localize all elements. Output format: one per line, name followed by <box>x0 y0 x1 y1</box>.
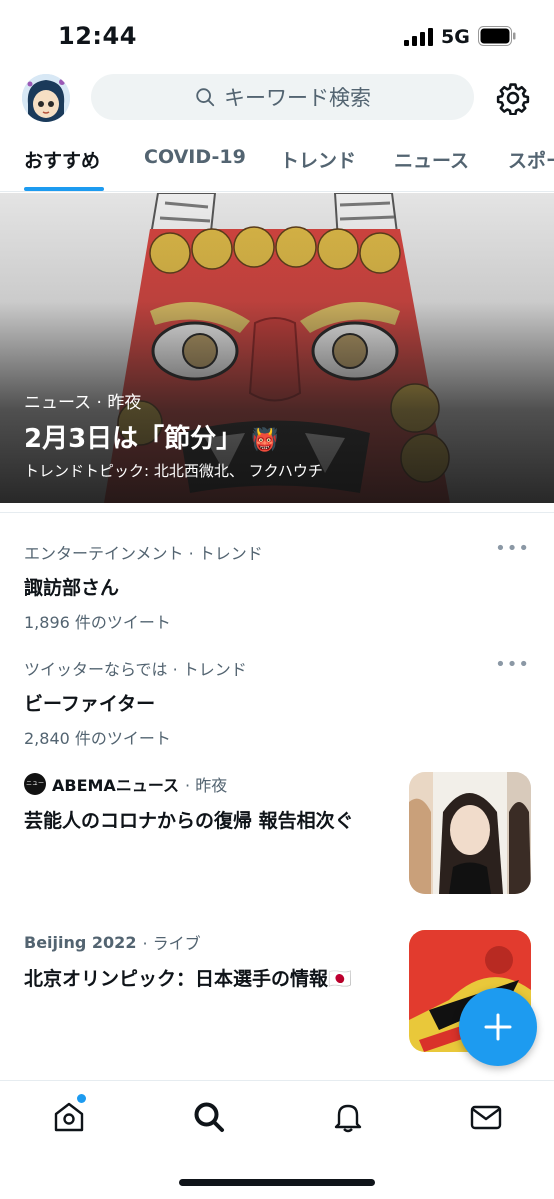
tab-sports[interactable]: スポー <box>508 146 554 173</box>
news-title: 芸能人のコロナからの復帰 報告相次ぐ <box>24 810 354 832</box>
network-label: 5G <box>441 26 470 48</box>
trend-meta: ツイッターならでは · トレンド <box>24 660 247 679</box>
home-indicator <box>179 1179 375 1186</box>
trend-count: 1,896 件のツイート <box>24 613 171 632</box>
news-time: · 昨夜 <box>185 776 228 795</box>
hero-title-text: 2月3日は「節分」 <box>24 424 243 454</box>
trend-title: ビーファイター <box>24 693 156 715</box>
explore-search-icon[interactable] <box>191 1099 227 1135</box>
plus-icon <box>484 1013 512 1041</box>
trend-meta: エンターテインメント · トレンド <box>24 544 263 563</box>
signal-icon <box>404 28 433 46</box>
news-item[interactable]: Beijing 2022 · ライブ 北京オリンピック：日本選手の情報🇯🇵 <box>24 930 404 991</box>
hero-subtitle: トレンドトピック: 北北西微北、 フクハウチ <box>24 462 323 480</box>
more-options-icon[interactable]: ••• <box>495 654 530 675</box>
hero-meta: ニュース · 昨夜 <box>24 393 142 413</box>
search-icon <box>196 88 215 107</box>
divider <box>0 512 554 513</box>
active-tab-indicator <box>24 187 104 191</box>
search-input[interactable]: キーワード検索 <box>91 74 474 120</box>
tab-covid19[interactable]: COVID-19 <box>144 146 246 168</box>
status-time: 12:44 <box>58 22 137 50</box>
news-thumbnail[interactable] <box>409 772 531 894</box>
home-icon[interactable] <box>51 1099 87 1135</box>
news-source: Beijing 2022 <box>24 932 137 952</box>
news-time: · ライブ <box>142 934 201 953</box>
portrait-photo <box>409 772 531 894</box>
battery-icon <box>478 26 516 46</box>
trend-item[interactable]: エンターテインメント · トレンド 諏訪部さん 1,896 件のツイート ••• <box>24 538 530 633</box>
trend-count: 2,840 件のツイート <box>24 729 171 748</box>
avatar[interactable] <box>22 74 70 122</box>
gear-icon[interactable] <box>496 81 530 115</box>
tab-news[interactable]: ニュース <box>394 146 469 173</box>
bottom-navigation <box>0 1080 554 1199</box>
bell-icon[interactable] <box>330 1099 366 1135</box>
status-bar: 12:44 5G <box>0 0 554 70</box>
tab-trending[interactable]: トレンド <box>280 146 356 173</box>
avatar-illustration <box>22 74 70 122</box>
abema-news-logo-icon: ニュース <box>24 773 46 795</box>
hero-title: 2月3日は「節分」 👹 <box>24 418 279 455</box>
mail-icon[interactable] <box>468 1099 504 1135</box>
news-meta: ニュース ABEMAニュース · 昨夜 <box>24 772 404 796</box>
hero-card[interactable]: ニュース · 昨夜 2月3日は「節分」 👹 トレンドトピック: 北北西微北、 フ… <box>0 193 554 503</box>
notification-dot <box>77 1094 86 1103</box>
tab-recommended[interactable]: おすすめ <box>24 146 100 173</box>
compose-button[interactable] <box>459 988 537 1066</box>
explore-header: キーワード検索 <box>0 70 554 126</box>
news-meta: Beijing 2022 · ライブ <box>24 930 404 954</box>
trend-title: 諏訪部さん <box>24 577 120 599</box>
search-placeholder: キーワード検索 <box>224 86 371 110</box>
news-source: ABEMAニュース <box>52 776 180 795</box>
hero-gradient-overlay <box>0 193 554 503</box>
explore-tabs: おすすめ COVID-19 トレンド ニュース スポー <box>0 138 554 192</box>
news-title: 北京オリンピック：日本選手の情報🇯🇵 <box>24 968 352 990</box>
trend-item[interactable]: ツイッターならでは · トレンド ビーファイター 2,840 件のツイート ••… <box>24 654 530 749</box>
news-item[interactable]: ニュース ABEMAニュース · 昨夜 芸能人のコロナからの復帰 報告相次ぐ <box>24 772 404 833</box>
more-options-icon[interactable]: ••• <box>495 538 530 559</box>
oni-emoji-icon: 👹 <box>251 428 279 453</box>
